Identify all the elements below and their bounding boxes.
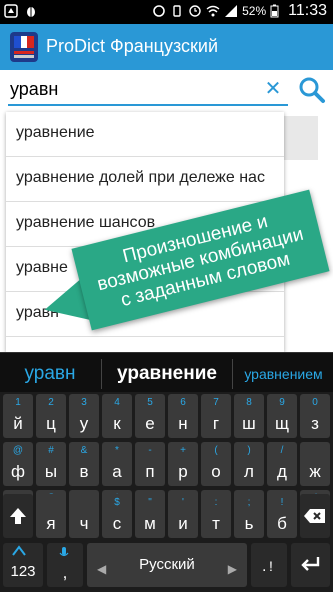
key[interactable]: 1й <box>3 394 33 438</box>
microphone-icon <box>59 547 69 557</box>
enter-icon <box>301 557 320 571</box>
swiftkey-icon <box>12 545 26 556</box>
key[interactable]: ч <box>69 494 99 538</box>
key[interactable]: 2ц <box>36 394 66 438</box>
key[interactable]: ж <box>300 442 330 486</box>
key[interactable]: 3у <box>69 394 99 438</box>
key[interactable]: я <box>36 494 66 538</box>
status-bar: 52% 11:33 <box>0 0 333 24</box>
shift-icon <box>10 508 26 524</box>
comma-key[interactable]: , <box>47 543 83 587</box>
wifi-icon <box>206 4 220 18</box>
candidate-bar: уравн уравнение уравнением <box>0 352 333 392</box>
key[interactable]: + р <box>168 442 198 486</box>
key[interactable]: ; ь <box>234 494 264 538</box>
key[interactable]: 0з <box>300 394 330 438</box>
backspace-key[interactable] <box>300 494 330 538</box>
key[interactable]: 9щ <box>267 394 297 438</box>
key[interactable]: ) л <box>234 442 264 486</box>
key[interactable]: @ ф <box>3 442 33 486</box>
key[interactable]: 7г <box>201 394 231 438</box>
clear-icon[interactable]: ✕ <box>262 78 284 100</box>
alarm-icon <box>188 4 202 18</box>
key[interactable]: $ с <box>102 494 132 538</box>
chevron-right-icon: ▶ <box>227 562 237 576</box>
key[interactable]: (о <box>201 442 231 486</box>
notification-icon <box>4 4 18 18</box>
svg-text:.: . <box>262 558 266 575</box>
status-icons-left <box>4 4 38 18</box>
sync-icon <box>152 4 166 18</box>
action-bar: ProDict Французский <box>0 24 333 70</box>
suggestion-item[interactable]: уравнение <box>6 112 284 157</box>
key[interactable]: -п <box>135 442 165 486</box>
numbers-key[interactable]: 123 <box>3 543 43 587</box>
battery-icon <box>270 4 284 18</box>
space-key[interactable]: Русский ◀ ▶ <box>87 543 247 587</box>
svg-text:!: ! <box>269 558 273 574</box>
status-time: 11:33 <box>288 2 327 19</box>
debug-icon <box>24 4 38 18</box>
backspace-icon <box>304 509 325 523</box>
suggestion-item[interactable]: уравнение долей при дележе нас <box>6 157 284 202</box>
emoji-punctuation-icon: .! <box>262 558 273 575</box>
key[interactable]: :т <box>201 494 231 538</box>
candidate-word[interactable]: уравнение <box>104 359 230 389</box>
candidate-separator <box>232 359 233 389</box>
candidate-separator <box>101 359 102 389</box>
key[interactable]: " м <box>135 494 165 538</box>
app-title: ProDict Французский <box>46 36 219 56</box>
signal-icon <box>224 4 238 18</box>
key[interactable]: ! б <box>267 494 297 538</box>
vibrate-icon <box>170 4 184 18</box>
candidate-word[interactable]: уравнением <box>234 359 333 389</box>
status-icons-right: 52% 11:33 <box>152 2 327 20</box>
key[interactable]: # ы <box>36 442 66 486</box>
key[interactable]: 6н <box>168 394 198 438</box>
key[interactable]: ' и <box>168 494 198 538</box>
key[interactable]: 8ш <box>234 394 264 438</box>
key[interactable]: * а <box>102 442 132 486</box>
candidate-word[interactable]: уравн <box>0 359 100 389</box>
app-logo-icon[interactable] <box>8 30 40 64</box>
battery-percent: 52% <box>242 4 267 18</box>
key[interactable]: & в <box>69 442 99 486</box>
punctuation-key[interactable]: .! <box>251 543 287 587</box>
search-row: ✕ <box>0 70 333 110</box>
search-input[interactable] <box>8 74 288 106</box>
search-icon[interactable] <box>298 76 326 104</box>
result-placeholder <box>284 116 318 160</box>
shift-key[interactable] <box>3 494 33 538</box>
chevron-left-icon: ◀ <box>97 562 107 576</box>
key[interactable]: 4к <box>102 394 132 438</box>
key[interactable]: / д <box>267 442 297 486</box>
key[interactable]: 5е <box>135 394 165 438</box>
enter-key[interactable] <box>291 543 330 587</box>
